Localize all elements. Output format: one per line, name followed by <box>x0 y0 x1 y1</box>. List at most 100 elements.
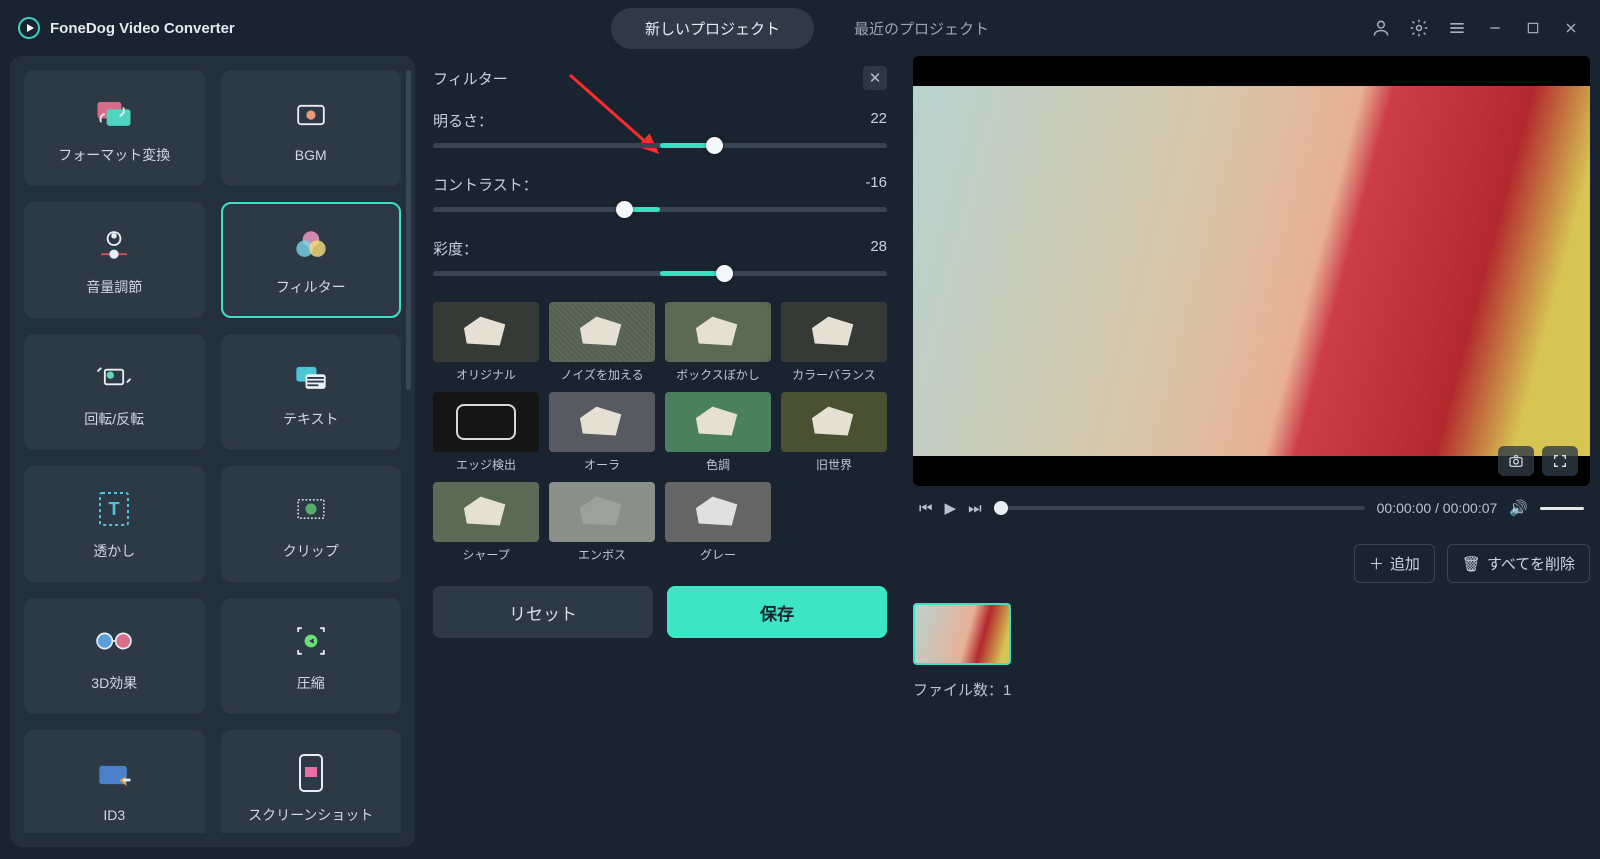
preset-label: グレー <box>700 546 736 562</box>
preset-thumbnail <box>665 392 771 452</box>
tool-volume[interactable]: 音量調節 <box>24 202 205 318</box>
filter-panel: フィルター ✕ 明るさ： 22 コントラスト： -16 彩度： 28 オリジナル <box>415 56 905 847</box>
contrast-value: -16 <box>865 174 887 195</box>
tool-rotate[interactable]: 回転/反転 <box>24 334 205 450</box>
saturation-slider[interactable]: 彩度： 28 <box>433 238 887 276</box>
tab-new-project[interactable]: 新しいプロジェクト <box>611 8 814 49</box>
app-title: FoneDog Video Converter <box>50 20 235 37</box>
tool-bgm[interactable]: BGM <box>221 70 402 186</box>
preset-noise[interactable]: ノイズを加える <box>549 302 655 382</box>
tool-format[interactable]: フォーマット変換 <box>24 70 205 186</box>
text-icon <box>289 355 333 399</box>
next-icon[interactable]: ⏭ <box>968 500 982 517</box>
tool-label: BGM <box>295 147 327 163</box>
preset-label: カラーバランス <box>792 366 876 382</box>
video-preview[interactable] <box>913 56 1590 486</box>
settings-icon[interactable] <box>1408 17 1430 39</box>
save-button[interactable]: 保存 <box>667 586 887 638</box>
preset-grid: オリジナル ノイズを加える ボックスぼかし カラーバランスエッジ検出 オーラ 色調 旧世界シ… <box>433 302 887 562</box>
tool-clip[interactable]: クリップ <box>221 466 402 582</box>
tool-label: クリップ <box>283 541 339 561</box>
tool-label: 回転/反転 <box>84 409 144 429</box>
tool-3d[interactable]: 3D効果 <box>24 598 205 714</box>
preset-thumbnail <box>433 392 539 452</box>
preset-label: ボックスぼかし <box>676 366 760 382</box>
tool-watermark[interactable]: T 透かし <box>24 466 205 582</box>
preview-frame <box>913 86 1590 456</box>
compress-icon <box>289 619 333 663</box>
preset-label: オリジナル <box>456 366 516 382</box>
preset-thumbnail <box>665 302 771 362</box>
preset-label: オーラ <box>584 456 620 472</box>
preset-thumbnail <box>549 302 655 362</box>
preset-label: エッジ検出 <box>456 456 516 472</box>
preset-old[interactable]: 旧世界 <box>781 392 887 472</box>
saturation-value: 28 <box>870 238 887 259</box>
volume-icon[interactable]: 🔊 <box>1509 499 1528 517</box>
preset-aura[interactable]: オーラ <box>549 392 655 472</box>
file-thumbnail[interactable] <box>913 603 1011 665</box>
filter-icon <box>289 223 333 267</box>
watermark-icon: T <box>92 487 136 531</box>
preset-label: ノイズを加える <box>560 366 643 382</box>
delete-all-button[interactable]: 🗑すべてを削除 <box>1447 544 1590 583</box>
tool-label: スクリーンショット <box>248 805 373 825</box>
preset-thumbnail <box>433 302 539 362</box>
tool-label: フォーマット変換 <box>58 145 170 165</box>
3d-icon <box>92 619 136 663</box>
preset-tone[interactable]: 色調 <box>665 392 771 472</box>
scrubber[interactable] <box>994 506 1365 510</box>
preset-label: 色調 <box>706 456 730 472</box>
preset-grey[interactable]: グレー <box>665 482 771 562</box>
time-display: 00:00:00 / 00:00:07 <box>1377 500 1498 516</box>
brightness-slider[interactable]: 明るさ： 22 <box>433 110 887 148</box>
preset-label: 旧世界 <box>816 456 852 472</box>
bgm-icon <box>289 93 333 137</box>
preset-thumbnail <box>433 482 539 542</box>
close-panel-button[interactable]: ✕ <box>863 66 887 90</box>
fullscreen-icon[interactable] <box>1542 446 1578 476</box>
file-count-label: ファイル数：1 <box>913 679 1590 700</box>
tab-recent-project[interactable]: 最近のプロジェクト <box>854 18 989 39</box>
project-tabs: 新しいプロジェクト 最近のプロジェクト <box>611 8 989 49</box>
close-icon[interactable] <box>1560 17 1582 39</box>
screenshot-icon <box>289 751 333 795</box>
convert-icon <box>92 91 136 135</box>
plus-icon: ＋ <box>1369 553 1384 574</box>
rotate-icon <box>92 355 136 399</box>
preset-box[interactable]: ボックスぼかし <box>665 302 771 382</box>
preset-v1[interactable]: オリジナル <box>433 302 539 382</box>
tool-label: 3D効果 <box>91 673 137 693</box>
play-icon[interactable]: ▶ <box>945 499 957 517</box>
volume-slider[interactable] <box>1540 507 1584 510</box>
preset-v1[interactable]: カラーバランス <box>781 302 887 382</box>
hamburger-icon[interactable] <box>1446 17 1468 39</box>
maximize-icon[interactable] <box>1522 17 1544 39</box>
tool-id3[interactable]: ID3 <box>24 730 205 833</box>
tool-sidebar: フォーマット変換 BGM 音量調節フィルター回転/反転 テキスト T 透かし クリップ 3D効… <box>10 56 415 847</box>
tool-label: ID3 <box>103 807 125 823</box>
trash-icon: 🗑 <box>1462 555 1481 573</box>
snapshot-icon[interactable] <box>1498 446 1534 476</box>
contrast-slider[interactable]: コントラスト： -16 <box>433 174 887 212</box>
tool-screenshot[interactable]: スクリーンショット <box>221 730 402 833</box>
preset-edge[interactable]: エッジ検出 <box>433 392 539 472</box>
saturation-label: 彩度： <box>433 238 478 259</box>
sidebar-scrollbar[interactable] <box>406 70 411 390</box>
account-icon[interactable] <box>1370 17 1392 39</box>
tool-label: 透かし <box>93 541 135 561</box>
reset-button[interactable]: リセット <box>433 586 653 638</box>
minimize-icon[interactable] <box>1484 17 1506 39</box>
prev-icon[interactable]: ⏮ <box>919 500 933 517</box>
volume-icon <box>92 223 136 267</box>
preset-sharp[interactable]: シャープ <box>433 482 539 562</box>
tool-compress[interactable]: 圧縮 <box>221 598 402 714</box>
panel-title: フィルター <box>433 68 508 89</box>
tool-filter[interactable]: フィルター <box>221 202 402 318</box>
tool-text[interactable]: テキスト <box>221 334 402 450</box>
id3-icon <box>92 753 136 797</box>
add-file-button[interactable]: ＋追加 <box>1354 544 1435 583</box>
contrast-label: コントラスト： <box>433 174 538 195</box>
brightness-value: 22 <box>870 110 887 131</box>
preset-emboss[interactable]: エンボス <box>549 482 655 562</box>
